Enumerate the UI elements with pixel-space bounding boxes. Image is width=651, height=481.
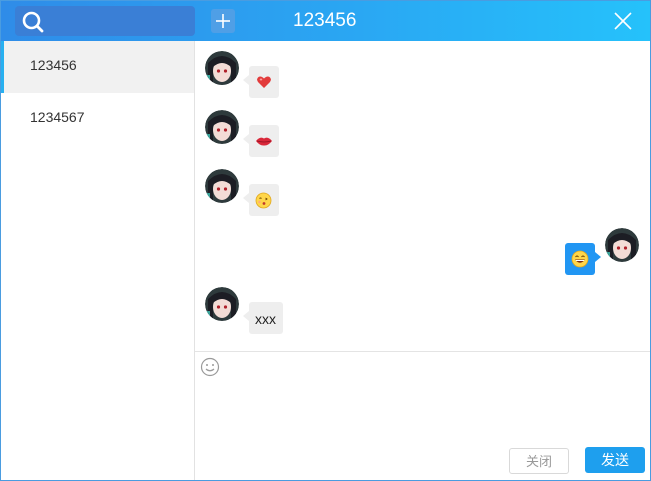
avatar [205,51,239,85]
message-bubble [243,184,279,216]
message-area: xxx [195,41,650,351]
contact-label: 123456 [30,57,77,73]
send-button[interactable]: 发送 [585,447,645,473]
contact-item[interactable]: 1234567 [1,93,194,145]
search-icon[interactable] [21,10,45,34]
message-bubble [243,66,279,98]
smiley-icon[interactable] [200,357,220,377]
heart-icon [257,76,271,88]
contact-item[interactable]: 123456 [1,41,194,93]
chat-window: 123456 123456 1234567 xxx 关闭 发送 [0,0,651,481]
close-button[interactable]: 关闭 [509,448,569,474]
grin-face-icon [571,250,589,268]
composer: 关闭 发送 [195,352,650,480]
contact-list: 123456 1234567 [1,41,195,480]
kiss-face-icon [255,192,272,209]
plus-icon [216,14,230,28]
message-bubble [565,243,601,275]
avatar [205,287,239,321]
avatar [605,228,639,262]
close-icon[interactable] [613,11,633,31]
message-input[interactable] [225,354,649,438]
message-bubble [243,125,279,157]
search-box[interactable] [15,6,195,36]
add-button[interactable] [211,9,235,33]
message-bubble: xxx [243,302,283,334]
lips-icon [256,137,272,146]
avatar [205,169,239,203]
conversation-title: 123456 [293,10,357,31]
contact-label: 1234567 [30,109,85,125]
title-bar: 123456 [1,1,650,41]
avatar [205,110,239,144]
message-text: xxx [255,311,276,327]
